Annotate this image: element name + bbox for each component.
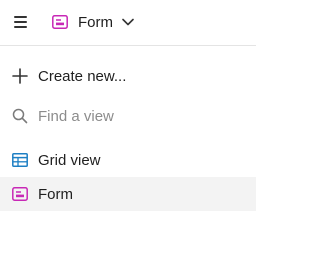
- form-icon: [12, 187, 28, 201]
- view-header: Form: [0, 0, 256, 46]
- view-switcher-button[interactable]: Form: [52, 10, 134, 34]
- current-view-title: Form: [78, 13, 113, 31]
- view-item-label: Form: [38, 185, 73, 203]
- plus-icon: [12, 68, 28, 84]
- form-icon: [52, 15, 68, 29]
- view-item-label: Grid view: [38, 151, 101, 169]
- search-input[interactable]: [38, 107, 228, 125]
- view-sidebar: Form Create new... Find a view Grid view…: [0, 0, 256, 255]
- search-icon: [12, 108, 28, 124]
- create-new-label: Create new...: [38, 67, 127, 85]
- find-view-search[interactable]: [0, 99, 256, 133]
- hamburger-menu-icon[interactable]: [14, 16, 28, 28]
- view-item-form[interactable]: Form: [0, 177, 256, 211]
- grid-icon: [12, 153, 28, 167]
- create-new-button[interactable]: Create new...: [0, 59, 256, 93]
- chevron-down-icon: [122, 13, 134, 31]
- view-item-grid[interactable]: Grid view: [0, 143, 256, 177]
